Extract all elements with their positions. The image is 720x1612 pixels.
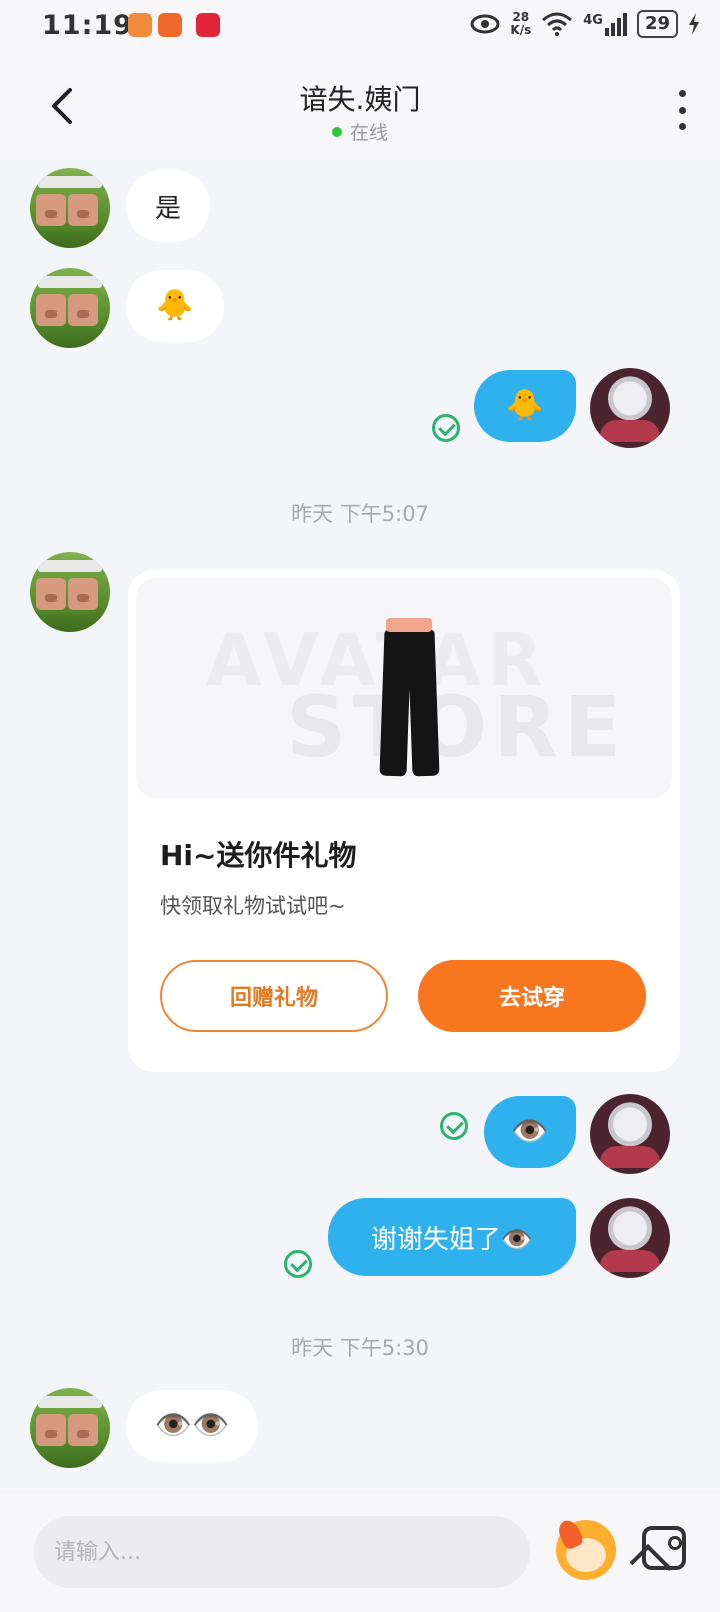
wifi-icon [542,12,573,36]
incoming-message[interactable]: 是 [126,170,210,242]
try-on-button[interactable]: 去试穿 [418,960,646,1032]
timestamp: 昨天 下午5:30 [291,1336,429,1360]
app-notification-icon [158,13,182,37]
contact-avatar[interactable] [30,552,110,632]
message-text: 是 [154,193,181,224]
app-notification-icon [128,13,152,37]
status-bar: 11:19 28 K/s 4G 29 [0,0,720,56]
gift-image: AVATAR STORE [136,578,672,798]
contact-avatar[interactable] [30,268,110,348]
incoming-message[interactable]: 🐥 [126,270,224,342]
timestamp: 昨天 下午5:07 [291,502,429,526]
eye-emoji-icon: 👁️ [511,1114,549,1149]
input-bar [0,1494,720,1612]
eyes-emoji-icon: 👁️👁️ [154,1408,230,1443]
charging-icon [689,13,699,35]
outgoing-message[interactable]: 谢谢失姐了👁️ [328,1198,576,1276]
app-notification-icon [196,13,220,37]
chick-emoji-icon: 🐥 [156,288,194,323]
online-status: 在线 [0,118,720,145]
chat-header: 谙失.姨门 在线 [0,56,720,160]
battery-icon: 29 [636,10,678,38]
outgoing-message[interactable]: 🐥 [474,370,576,442]
message-text: 谢谢失姐了👁️ [370,1224,534,1255]
more-options-icon[interactable] [674,90,690,130]
status-time: 11:19 [42,10,133,41]
image-gallery-icon[interactable] [642,1526,686,1570]
gift-card[interactable]: AVATAR STORE Hi~送你件礼物 快领取礼物试试吧~ 回赠礼物 去试穿 [128,570,680,1072]
contact-avatar[interactable] [30,1388,110,1468]
status-indicators: 28 K/s 4G 29 [470,10,700,38]
user-avatar[interactable] [590,1198,670,1278]
gift-title: Hi~送你件礼物 [160,839,357,872]
signal-icon: 4G [583,12,627,36]
online-dot-icon [331,126,342,137]
return-gift-button[interactable]: 回赠礼物 [160,960,388,1032]
read-check-icon [440,1112,468,1140]
outgoing-message[interactable]: 👁️ [484,1096,576,1168]
brand-watermark: STORE [286,678,628,776]
message-input[interactable] [34,1516,530,1588]
incoming-message[interactable]: 👁️👁️ [126,1390,258,1462]
mascot-sticker-icon[interactable] [556,1520,616,1580]
contact-name: 谙失.姨门 [299,83,421,116]
user-avatar[interactable] [590,368,670,448]
chick-emoji-icon: 🐥 [506,388,544,423]
read-check-icon [432,414,460,442]
read-check-icon [284,1250,312,1278]
net-speed: 28 K/s [510,10,532,37]
eye-icon [470,14,500,34]
user-avatar[interactable] [590,1094,670,1174]
contact-avatar[interactable] [30,168,110,248]
gift-subtitle: 快领取礼物试试吧~ [160,894,346,918]
pants-item-image [379,618,440,777]
online-status-text: 在线 [349,122,388,144]
